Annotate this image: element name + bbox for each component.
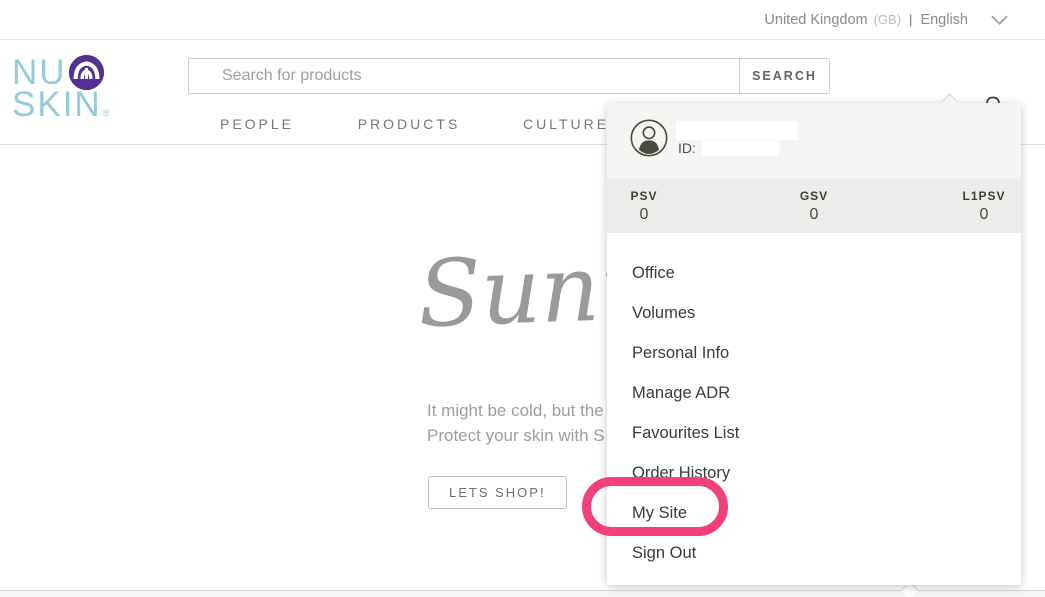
menu-item-my-site[interactable]: My Site [607,493,1021,533]
nav-item-people[interactable]: PEOPLE [220,116,294,132]
locale-country-code: (GB) [874,12,901,27]
stat-psv-value: 0 [622,206,666,224]
menu-item-favourites-list[interactable]: Favourites List [607,413,1021,453]
user-id-redacted [702,141,779,156]
nuskin-logo[interactable]: NU SKIN ® [12,54,109,122]
menu-item-volumes[interactable]: Volumes [607,293,1021,333]
page-bottom-divider [0,590,1045,597]
volume-stats: PSV 0 GSV 0 L1PSV 0 [607,179,1021,233]
account-menu-list: Office Volumes Personal Info Manage ADR … [607,233,1021,573]
stat-gsv-value: 0 [792,206,836,224]
locale-country[interactable]: United Kingdom [764,12,867,28]
stat-l1psv-label: L1PSV [962,189,1006,203]
user-avatar-icon [630,119,668,157]
menu-item-personal-info[interactable]: Personal Info [607,333,1021,373]
menu-item-manage-adr[interactable]: Manage ADR [607,373,1021,413]
nav-item-culture[interactable]: CULTURE [523,116,609,132]
lets-shop-button[interactable]: LETS SHOP! [428,476,567,509]
menu-item-order-history[interactable]: Order History [607,453,1021,493]
search-input[interactable] [188,58,740,94]
chevron-down-icon[interactable] [990,14,1009,26]
user-name-redacted [676,121,798,140]
locale-bar: United Kingdom (GB) | English [0,0,1045,40]
hero-copy-line2: Protect your skin with S [427,423,605,448]
hero-copy-line1: It might be cold, but the [427,398,605,423]
logo-registered-mark: ® [103,109,110,118]
menu-item-sign-out[interactable]: Sign Out [607,533,1021,573]
stat-l1psv: L1PSV 0 [962,189,1006,224]
locale-language[interactable]: English [920,12,968,28]
hero-copy: It might be cold, but the Protect your s… [427,398,605,448]
account-dropdown: ID: PSV 0 GSV 0 L1PSV 0 Office Volumes P… [607,103,1021,585]
stat-psv: PSV 0 [622,189,666,224]
locale-divider: | [909,12,912,27]
nav-item-products[interactable]: PRODUCTS [358,116,461,132]
logo-text-skin: SKIN [12,87,102,122]
account-header: ID: [607,103,1021,179]
menu-item-office[interactable]: Office [607,253,1021,293]
search-button[interactable]: SEARCH [739,58,830,94]
page: United Kingdom (GB) | English NU SKIN ® [0,0,1045,597]
stat-gsv-label: GSV [792,189,836,203]
user-id-label: ID: [678,140,696,156]
stat-psv-label: PSV [622,189,666,203]
stat-gsv: GSV 0 [792,189,836,224]
stat-l1psv-value: 0 [962,206,1006,224]
